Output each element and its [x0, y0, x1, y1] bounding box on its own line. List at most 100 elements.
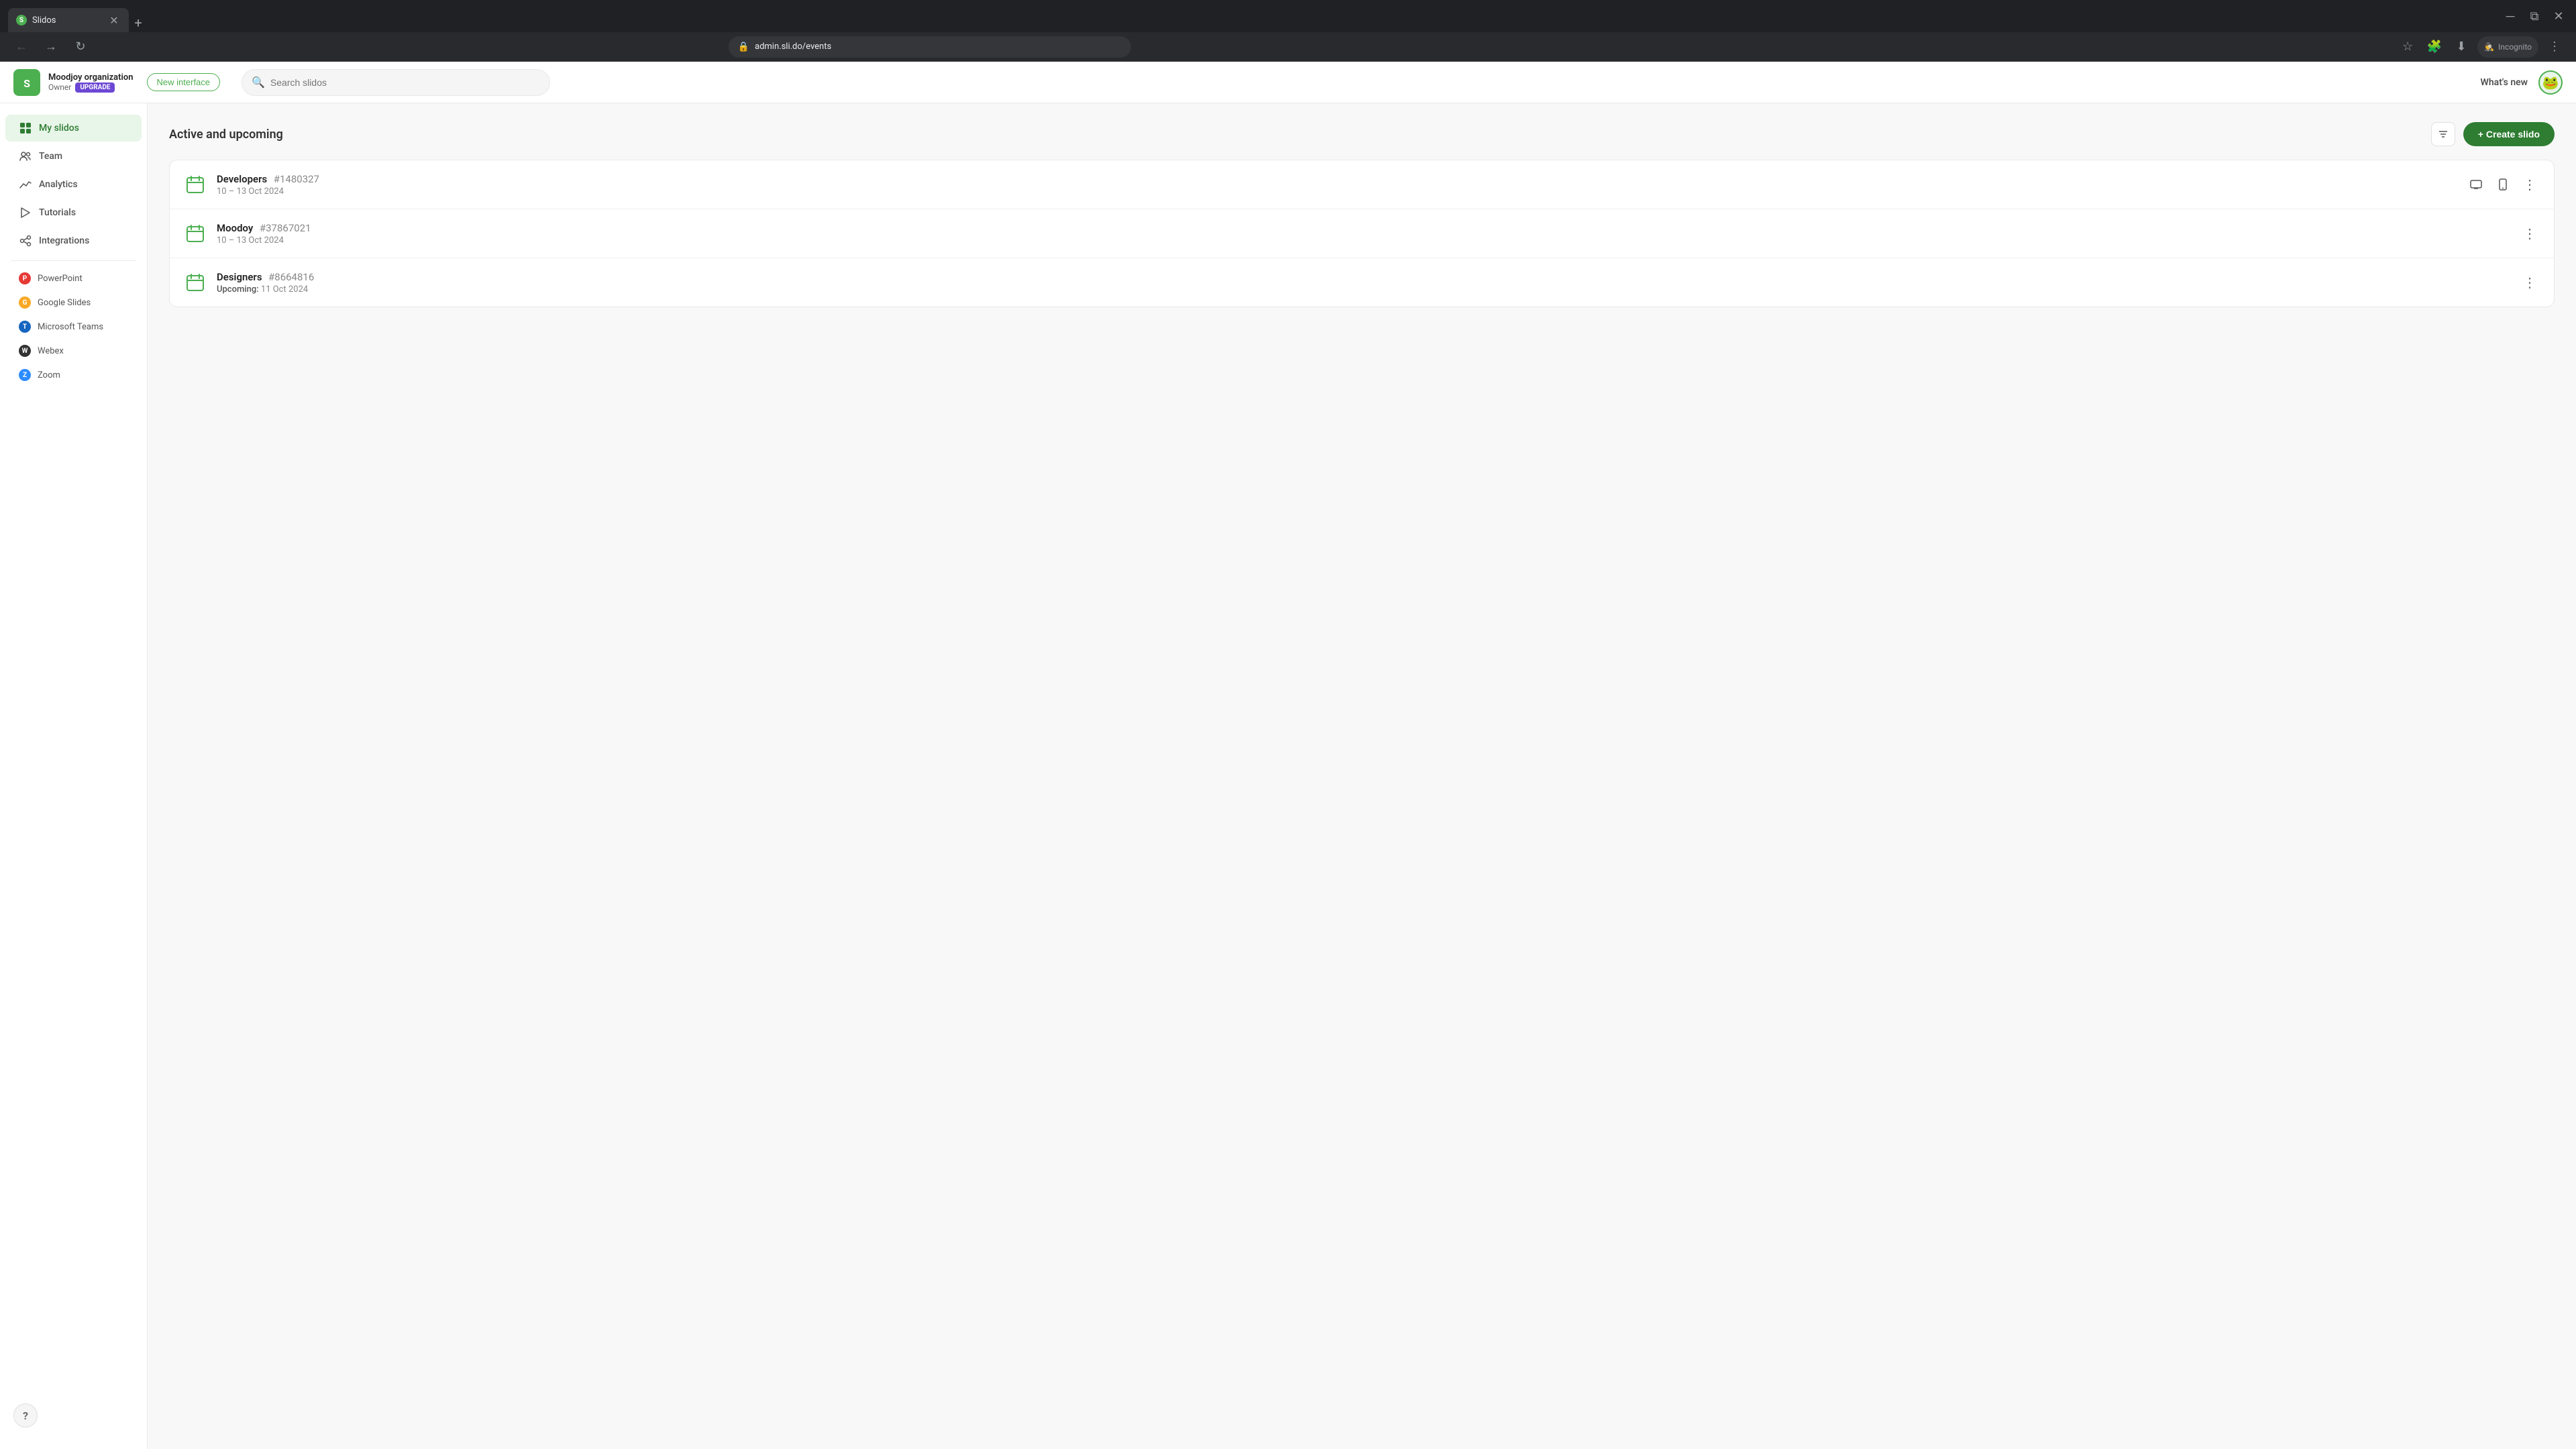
svg-text:S: S [23, 77, 30, 90]
table-row[interactable]: Moodoy #37867021 10 – 13 Oct 2024 ⋮ [170, 209, 2554, 258]
event-date-designers: Upcoming: 11 Oct 2024 [217, 284, 2519, 294]
url-text: admin.sli.do/events [755, 42, 831, 52]
reload-button[interactable]: ↻ [70, 36, 91, 58]
create-slido-button[interactable]: + Create slido [2463, 122, 2555, 146]
event-actions-developers: ⋮ [2465, 174, 2540, 195]
more-options-button-designers[interactable]: ⋮ [2519, 272, 2540, 293]
whats-new-button[interactable]: What's new [2481, 77, 2528, 88]
sidebar-item-team[interactable]: Team [5, 143, 142, 170]
org-role-row: Owner UPGRADE [48, 83, 133, 93]
sidebar-item-analytics-label: Analytics [39, 179, 78, 190]
forward-button[interactable]: → [40, 36, 62, 58]
close-window-button[interactable]: ✕ [2549, 7, 2568, 25]
upgrade-badge[interactable]: UPGRADE [75, 83, 115, 93]
sidebar-bottom: ? [0, 1393, 147, 1438]
table-row[interactable]: Developers #1480327 10 – 13 Oct 2024 [170, 160, 2554, 209]
filter-button[interactable] [2431, 122, 2455, 146]
slido-logo[interactable]: S [13, 69, 40, 96]
zoom-icon: Z [19, 369, 31, 381]
new-interface-button[interactable]: New interface [147, 73, 220, 91]
event-name-designers: Designers [217, 271, 262, 283]
bookmark-button[interactable]: ☆ [2397, 36, 2418, 58]
event-name-moodoy: Moodoy [217, 222, 253, 234]
sidebar-item-webex[interactable]: W Webex [5, 339, 142, 362]
mobile-icon [2499, 178, 2507, 191]
filter-icon [2437, 128, 2449, 140]
sidebar-item-microsoft-teams-label: Microsoft Teams [38, 322, 103, 332]
desktop-icon [2470, 180, 2482, 189]
table-row[interactable]: Designers #8664816 Upcoming: 11 Oct 2024… [170, 258, 2554, 307]
org-info: Moodjoy organization Owner UPGRADE [48, 72, 133, 93]
event-info-developers: Developers #1480327 10 – 13 Oct 2024 [217, 173, 2465, 197]
sidebar-divider [11, 260, 136, 261]
event-date-moodoy: 10 – 13 Oct 2024 [217, 235, 2519, 246]
calendar-icon [186, 224, 205, 243]
back-button[interactable]: ← [11, 36, 32, 58]
event-name-row: Developers #1480327 [217, 173, 2465, 185]
sidebar-item-tutorials[interactable]: Tutorials [5, 199, 142, 226]
event-name-row: Designers #8664816 [217, 271, 2519, 283]
upcoming-label: Upcoming: [217, 284, 259, 294]
sidebar-item-webex-label: Webex [38, 346, 64, 356]
sidebar-item-microsoft-teams[interactable]: T Microsoft Teams [5, 315, 142, 338]
incognito-icon: 🕵 [2484, 42, 2494, 52]
user-avatar[interactable]: 🐸 [2538, 70, 2563, 95]
google-slides-icon: G [19, 297, 31, 309]
slido-logo-icon: S [13, 69, 40, 96]
calendar-icon [186, 273, 205, 292]
calendar-icon-designers [183, 270, 207, 294]
tutorials-icon [19, 206, 32, 219]
search-input[interactable] [270, 77, 540, 88]
url-security-icon: 🔒 [738, 42, 749, 52]
integrations-icon [19, 234, 32, 248]
tab-close-button[interactable]: ✕ [107, 13, 121, 27]
avatar-emoji: 🐸 [2542, 74, 2559, 91]
org-role: Owner [48, 83, 71, 92]
sidebar-item-zoom[interactable]: Z Zoom [5, 364, 142, 386]
browser-menu-button[interactable]: ⋮ [2544, 36, 2565, 58]
incognito-label: Incognito [2498, 42, 2532, 52]
event-actions-moodoy: ⋮ [2519, 223, 2540, 244]
maximize-button[interactable]: ⧉ [2525, 7, 2544, 25]
active-tab[interactable]: S Slidos ✕ [8, 8, 129, 32]
sidebar-item-integrations-label: Integrations [39, 235, 89, 246]
sidebar-item-google-slides[interactable]: G Google Slides [5, 291, 142, 314]
sidebar-item-my-slidos[interactable]: My slidos [5, 115, 142, 142]
header-left: S Moodjoy organization Owner UPGRADE New… [13, 69, 220, 96]
microsoft-teams-icon: T [19, 321, 31, 333]
sidebar-item-powerpoint[interactable]: P PowerPoint [5, 267, 142, 290]
sidebar-item-my-slidos-label: My slidos [39, 123, 79, 133]
app-header: S Moodjoy organization Owner UPGRADE New… [0, 62, 2576, 103]
event-name-row: Moodoy #37867021 [217, 222, 2519, 234]
event-name-developers: Developers [217, 173, 267, 185]
calendar-icon-moodoy [183, 221, 207, 246]
powerpoint-icon: P [19, 272, 31, 284]
header-right: What's new 🐸 [2481, 70, 2563, 95]
address-bar: ← → ↻ 🔒 admin.sli.do/events ☆ 🧩 ⬇ 🕵 Inco… [0, 32, 2576, 62]
sidebar-item-analytics[interactable]: Analytics [5, 171, 142, 198]
url-bar[interactable]: 🔒 admin.sli.do/events [729, 36, 1131, 58]
event-id-moodoy: #37867021 [260, 222, 311, 234]
more-options-button-developers[interactable]: ⋮ [2519, 174, 2540, 195]
analytics-icon [19, 178, 32, 191]
mobile-view-button[interactable] [2492, 174, 2514, 195]
main-content: Active and upcoming + Create slido [148, 103, 2576, 1449]
search-bar[interactable]: 🔍 [241, 69, 550, 96]
header-actions: + Create slido [2431, 122, 2555, 146]
tab-favicon: S [16, 15, 27, 25]
webex-icon: W [19, 345, 31, 357]
minimize-button[interactable]: ─ [2501, 7, 2520, 25]
desktop-view-button[interactable] [2465, 174, 2487, 195]
sidebar-item-team-label: Team [39, 151, 62, 162]
event-id-designers: #8664816 [268, 271, 314, 283]
help-button[interactable]: ? [13, 1403, 38, 1428]
more-options-button-moodoy[interactable]: ⋮ [2519, 223, 2540, 244]
org-name: Moodjoy organization [48, 72, 133, 83]
new-tab-button[interactable]: + [129, 13, 148, 32]
calendar-icon [186, 175, 205, 194]
extensions-button[interactable]: 🧩 [2424, 36, 2445, 58]
download-button[interactable]: ⬇ [2451, 36, 2472, 58]
sidebar-item-integrations[interactable]: Integrations [5, 227, 142, 254]
my-slidos-icon [19, 121, 32, 135]
content-header: Active and upcoming + Create slido [169, 122, 2555, 146]
